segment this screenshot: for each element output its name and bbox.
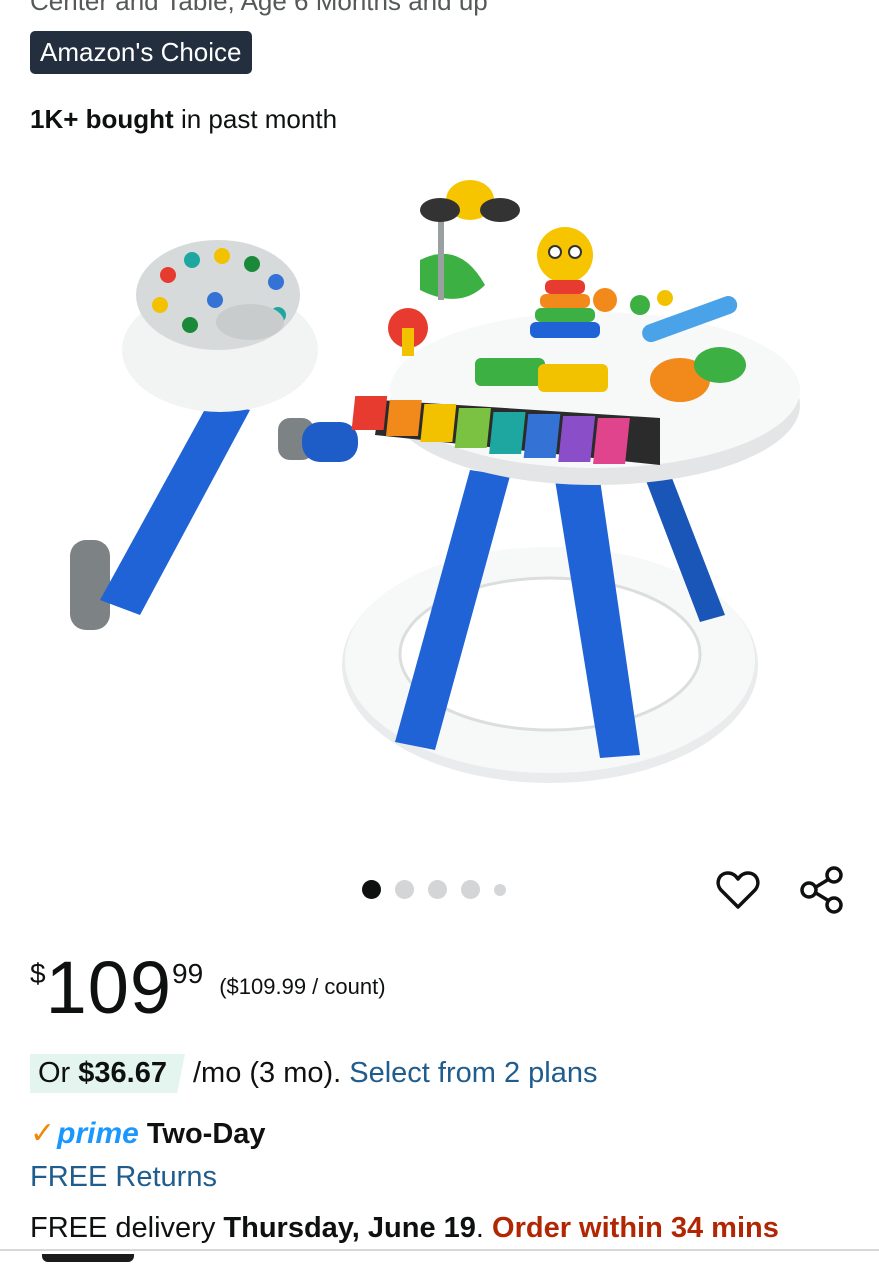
installment-lead: Or [38,1057,79,1089]
delivery-prefix: FREE delivery [30,1212,224,1244]
image-carousel-dots[interactable] [362,880,506,899]
installment-pill: Or $36.67 [30,1054,185,1093]
prime-logo: prime [57,1117,139,1150]
walker-wheel [70,540,110,630]
share-icon [800,866,843,914]
divider [0,1249,879,1251]
select-plans-link[interactable]: Select from 2 plans [349,1057,597,1090]
price-fraction: 99 [172,958,204,989]
product-title: Center and Table, Age 6 Months and up [30,0,488,16]
price-block: $ 109 99 ($109.99 / count) [30,950,386,1026]
seat-hole [216,304,284,340]
carousel-dot-5[interactable] [494,883,506,896]
wishlist-button[interactable] [714,866,762,914]
toy-leaf [420,253,485,299]
price-per-unit: ($109.99 / count) [219,974,386,999]
delivery-separator: . [475,1212,493,1244]
prime-check-icon: ✓ [30,1117,56,1150]
toy-book [475,358,545,386]
amazons-choice-badge[interactable]: Amazon's Choice [30,31,252,74]
bought-count-rest: in past month [173,104,338,134]
heart-icon [716,871,760,909]
delivery-date: Thursday, June 19 [223,1212,476,1244]
installment-term: /mo (3 mo). [192,1057,342,1089]
bought-count-strong: 1K+ bought [30,104,174,134]
free-returns-link[interactable]: FREE Returns [30,1161,217,1194]
delivery-info: FREE delivery Thursday, June 19. Order w… [30,1212,779,1245]
price-whole: 109 [45,946,173,1029]
toy-bee-character [537,227,593,283]
shipping-speed: Two-Day [146,1118,266,1150]
bought-count: 1K+ bought in past month [30,104,337,135]
carousel-dot-2[interactable] [395,880,414,899]
walker-axle [302,422,358,462]
prime-badge: ✓ prime Two-Day [30,1116,266,1151]
carousel-dot-4[interactable] [461,880,480,899]
share-button[interactable] [798,866,846,914]
bottom-tab-indicator [42,1254,134,1262]
walker-leg [100,400,250,615]
installment-amount: $36.67 [78,1057,167,1089]
installment-offer: Or $36.67 /mo (3 mo). Select from 2 plan… [30,1054,597,1093]
carousel-dot-1[interactable] [362,880,381,899]
product-image[interactable] [40,160,840,840]
price-symbol: $ [30,958,46,989]
order-within: Order within 34 mins [492,1212,779,1244]
carousel-dot-3[interactable] [428,880,447,899]
